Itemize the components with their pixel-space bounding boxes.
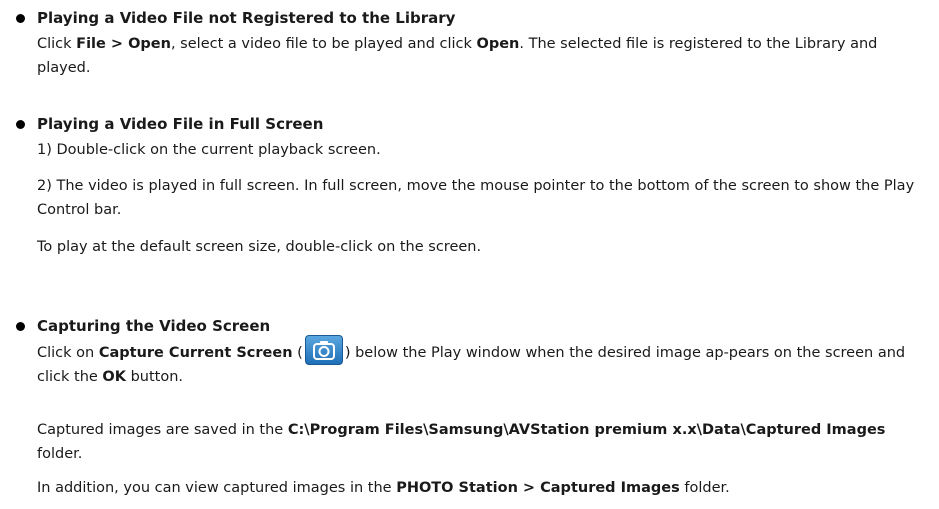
bullet-icon (16, 14, 25, 23)
section-heading: Playing a Video File in Full Screen (37, 115, 324, 133)
step-paragraph: 2) The video is played in full screen. I… (37, 178, 915, 218)
instruction-paragraph: Click File > Open, select a video file t… (37, 36, 878, 76)
info-paragraph: Captured images are saved in the C:\Prog… (37, 422, 886, 462)
bullet-icon (16, 322, 25, 331)
note-paragraph: To play at the default screen size, doub… (37, 239, 482, 255)
section-heading: Capturing the Video Screen (37, 317, 271, 335)
instruction-paragraph: Click on Capture Current Screen () below… (37, 335, 917, 389)
bullet-icon (16, 120, 25, 129)
step-paragraph: 1) Double-click on the current playback … (37, 142, 381, 158)
section-heading: Playing a Video File not Registered to t… (37, 9, 456, 27)
info-paragraph: In addition, you can view captured image… (37, 480, 730, 496)
camera-icon (304, 335, 343, 365)
